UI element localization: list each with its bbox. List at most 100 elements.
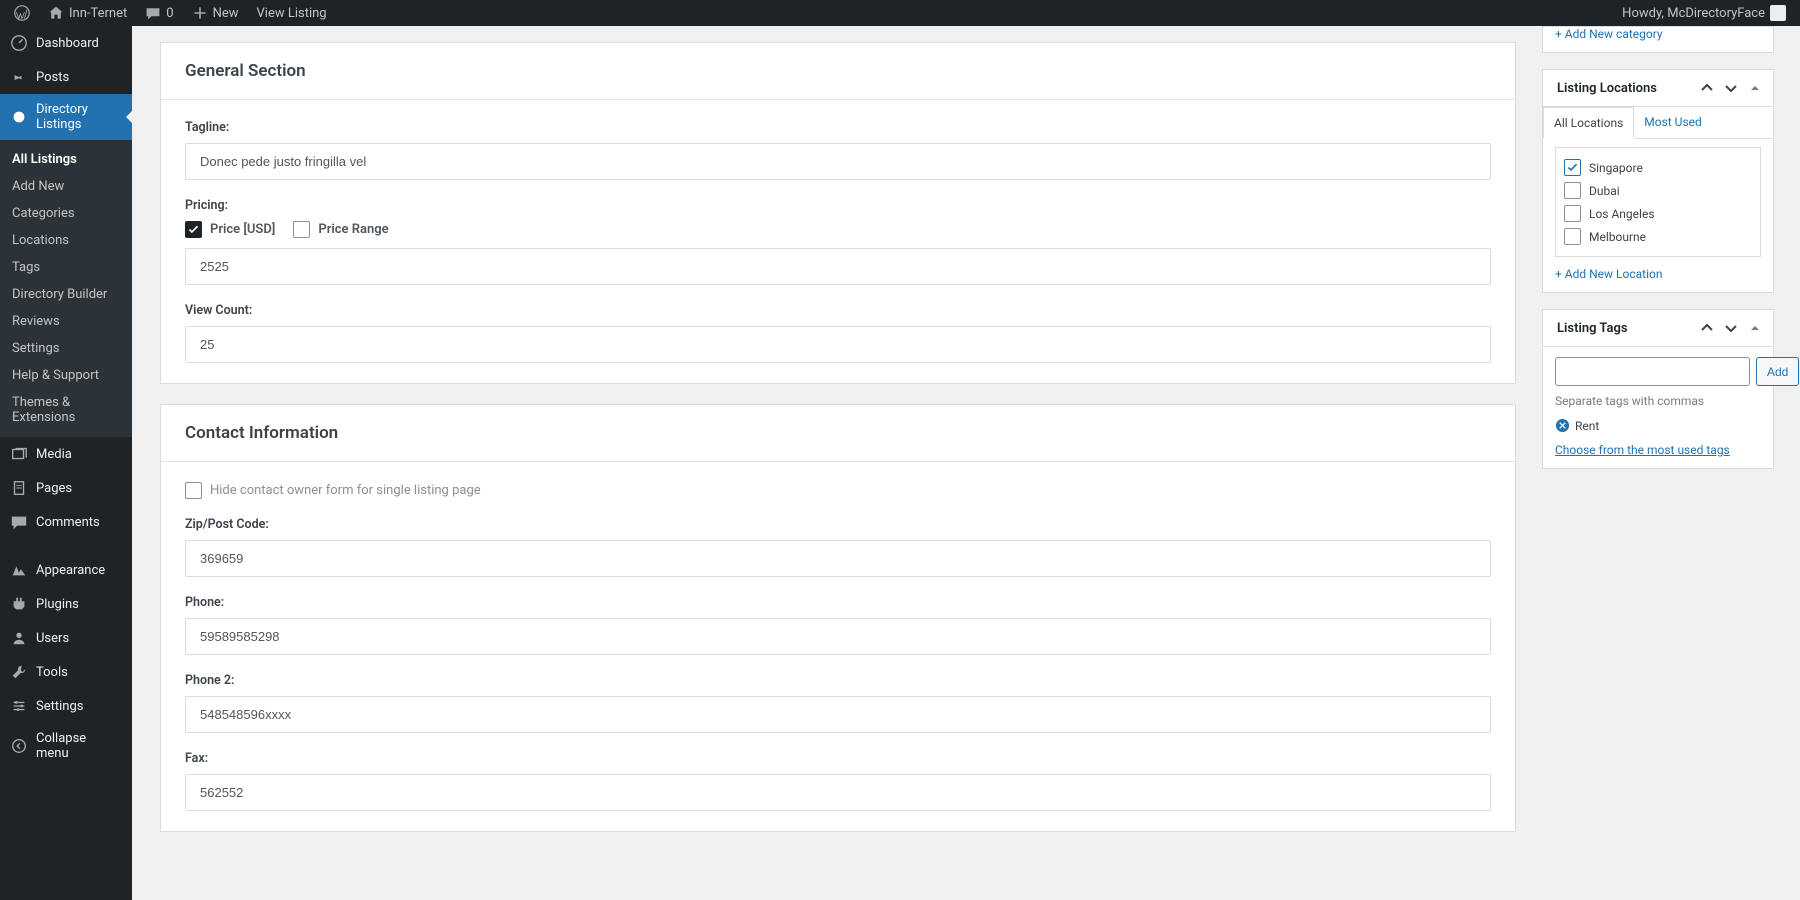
move-down-icon[interactable] xyxy=(1723,80,1739,96)
comment-count: 0 xyxy=(166,6,173,21)
submenu-add-new[interactable]: Add New xyxy=(0,173,132,200)
new-content-link[interactable]: New xyxy=(186,5,245,21)
settings-icon xyxy=(10,697,28,715)
wordpress-icon xyxy=(14,5,30,21)
view-count-input[interactable] xyxy=(185,326,1491,363)
add-new-location-link[interactable]: + Add New Location xyxy=(1555,267,1662,281)
menu-settings[interactable]: Settings xyxy=(0,689,132,723)
user-greeting[interactable]: Howdy, McDirectoryFace xyxy=(1616,5,1792,21)
fax-label: Fax: xyxy=(185,751,1491,766)
tags-title: Listing Tags xyxy=(1557,321,1628,336)
price-usd-label: Price [USD] xyxy=(210,222,275,237)
tag-chip-rent: Rent xyxy=(1555,418,1761,433)
submenu-themes-extensions[interactable]: Themes & Extensions xyxy=(0,389,132,431)
submenu-tags[interactable]: Tags xyxy=(0,254,132,281)
price-range-label: Price Range xyxy=(318,222,388,237)
location-option-los-angeles[interactable]: Los Angeles xyxy=(1564,202,1752,225)
submenu-help-support[interactable]: Help & Support xyxy=(0,362,132,389)
toggle-icon[interactable] xyxy=(1747,80,1763,96)
location-checkbox[interactable] xyxy=(1564,182,1581,199)
move-up-icon[interactable] xyxy=(1699,80,1715,96)
view-count-label: View Count: xyxy=(185,303,1491,318)
comments-link[interactable]: 0 xyxy=(139,5,179,21)
tagline-input[interactable] xyxy=(185,143,1491,180)
dashboard-icon xyxy=(10,34,28,52)
pages-icon xyxy=(10,479,28,497)
contact-info-title: Contact Information xyxy=(185,423,1491,443)
directory-icon xyxy=(10,108,28,126)
phone-label: Phone: xyxy=(185,595,1491,610)
menu-media[interactable]: Media xyxy=(0,437,132,471)
admin-sidebar: Dashboard Posts Directory Listings All L… xyxy=(0,26,132,900)
hide-owner-label: Hide contact owner form for single listi… xyxy=(210,483,481,498)
tools-icon xyxy=(10,663,28,681)
menu-posts[interactable]: Posts xyxy=(0,60,132,94)
menu-dashboard[interactable]: Dashboard xyxy=(0,26,132,60)
location-checkbox[interactable] xyxy=(1564,228,1581,245)
zip-input[interactable] xyxy=(185,540,1491,577)
menu-pages[interactable]: Pages xyxy=(0,471,132,505)
phone2-label: Phone 2: xyxy=(185,673,1491,688)
phone-input[interactable] xyxy=(185,618,1491,655)
submenu-locations[interactable]: Locations xyxy=(0,227,132,254)
location-checkbox[interactable] xyxy=(1564,205,1581,222)
move-down-icon[interactable] xyxy=(1723,320,1739,336)
tab-all-locations[interactable]: All Locations xyxy=(1543,107,1634,139)
site-name: Inn-Ternet xyxy=(69,6,127,21)
toggle-icon[interactable] xyxy=(1747,320,1763,336)
hide-owner-checkbox[interactable] xyxy=(185,482,202,499)
tag-input[interactable] xyxy=(1555,357,1750,386)
tags-metabox: Listing Tags Add Separate tags with comm… xyxy=(1542,309,1774,469)
menu-comments[interactable]: Comments xyxy=(0,505,132,539)
location-option-melbourne[interactable]: Melbourne xyxy=(1564,225,1752,248)
view-listing-link[interactable]: View Listing xyxy=(251,6,333,21)
general-section-panel: General Section Tagline: Pricing: xyxy=(160,42,1516,384)
remove-tag-icon[interactable] xyxy=(1555,418,1570,433)
new-label: New xyxy=(213,6,239,21)
check-icon xyxy=(187,223,200,236)
menu-collapse[interactable]: Collapse menu xyxy=(0,723,132,769)
general-section-title: General Section xyxy=(185,61,1491,81)
collapse-icon xyxy=(10,737,28,755)
pricing-label: Pricing: xyxy=(185,198,1491,213)
menu-tools[interactable]: Tools xyxy=(0,655,132,689)
pin-icon xyxy=(10,68,28,86)
site-link[interactable]: Inn-Ternet xyxy=(42,5,133,21)
location-checkbox[interactable] xyxy=(1564,159,1581,176)
move-up-icon[interactable] xyxy=(1699,320,1715,336)
submenu-all-listings[interactable]: All Listings xyxy=(0,146,132,173)
locations-list: Singapore Dubai Los Angeles Melbour xyxy=(1555,147,1761,257)
directory-submenu: All Listings Add New Categories Location… xyxy=(0,140,132,437)
locations-metabox: Listing Locations All Locations Most Use… xyxy=(1542,69,1774,293)
phone2-input[interactable] xyxy=(185,696,1491,733)
submenu-directory-builder[interactable]: Directory Builder xyxy=(0,281,132,308)
check-icon xyxy=(1566,161,1579,174)
tagline-label: Tagline: xyxy=(185,120,1491,135)
fax-input[interactable] xyxy=(185,774,1491,811)
add-tag-button[interactable]: Add xyxy=(1756,357,1799,386)
tab-most-used-locations[interactable]: Most Used xyxy=(1634,107,1712,138)
wp-logo[interactable] xyxy=(8,5,36,21)
menu-directory-listings[interactable]: Directory Listings xyxy=(0,94,132,140)
add-new-category-link[interactable]: + Add New category xyxy=(1555,27,1663,41)
media-icon xyxy=(10,445,28,463)
location-option-singapore[interactable]: Singapore xyxy=(1564,156,1752,179)
price-input[interactable] xyxy=(185,248,1491,285)
price-usd-checkbox[interactable] xyxy=(185,221,202,238)
zip-label: Zip/Post Code: xyxy=(185,517,1491,532)
contact-info-panel: Contact Information Hide contact owner f… xyxy=(160,404,1516,832)
menu-users[interactable]: Users xyxy=(0,621,132,655)
appearance-icon xyxy=(10,561,28,579)
submenu-categories[interactable]: Categories xyxy=(0,200,132,227)
submenu-settings[interactable]: Settings xyxy=(0,335,132,362)
locations-title: Listing Locations xyxy=(1557,81,1657,96)
price-range-checkbox[interactable] xyxy=(293,221,310,238)
comments-icon xyxy=(10,513,28,531)
menu-plugins[interactable]: Plugins xyxy=(0,587,132,621)
submenu-reviews[interactable]: Reviews xyxy=(0,308,132,335)
menu-appearance[interactable]: Appearance xyxy=(0,553,132,587)
plugins-icon xyxy=(10,595,28,613)
categories-metabox: + Add New category xyxy=(1542,26,1774,53)
location-option-dubai[interactable]: Dubai xyxy=(1564,179,1752,202)
choose-most-used-tags-link[interactable]: Choose from the most used tags xyxy=(1555,443,1730,457)
